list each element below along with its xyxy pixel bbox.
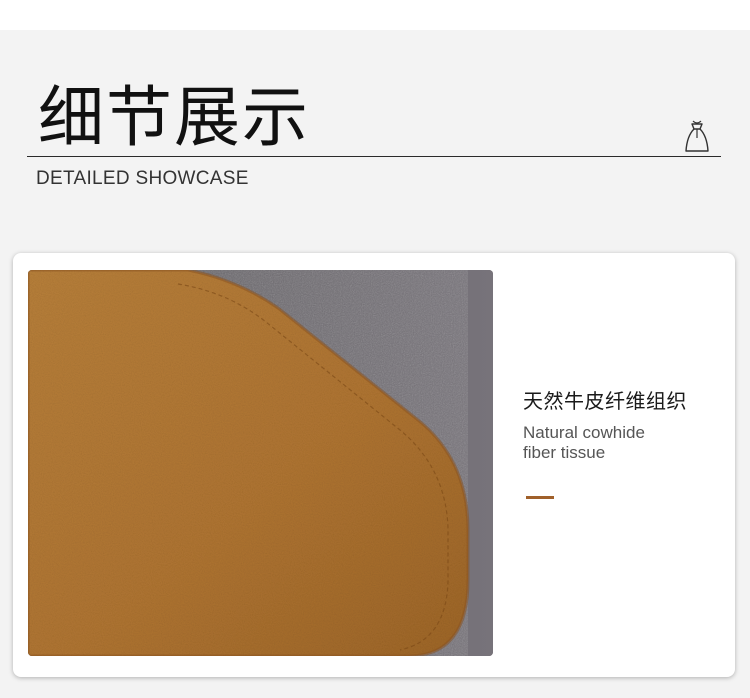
feature-title-en-line2: fiber tissue <box>523 443 606 462</box>
top-band <box>0 0 750 30</box>
feature-title-en-line1: Natural cowhide <box>523 423 645 442</box>
feature-title-zh: 天然牛皮纤维组织 <box>523 389 687 413</box>
feature-title-en: Natural cowhide fiber tissue <box>523 423 645 463</box>
detail-card: 天然牛皮纤维组织 Natural cowhide fiber tissue <box>13 253 735 677</box>
gift-bag-icon <box>685 120 709 152</box>
accent-bar <box>526 496 554 499</box>
page-title: 细节展示 <box>38 79 310 156</box>
suede-leather-photo <box>28 270 493 656</box>
page-subtitle: DETAILED SHOWCASE <box>36 168 249 189</box>
title-divider <box>27 156 721 157</box>
